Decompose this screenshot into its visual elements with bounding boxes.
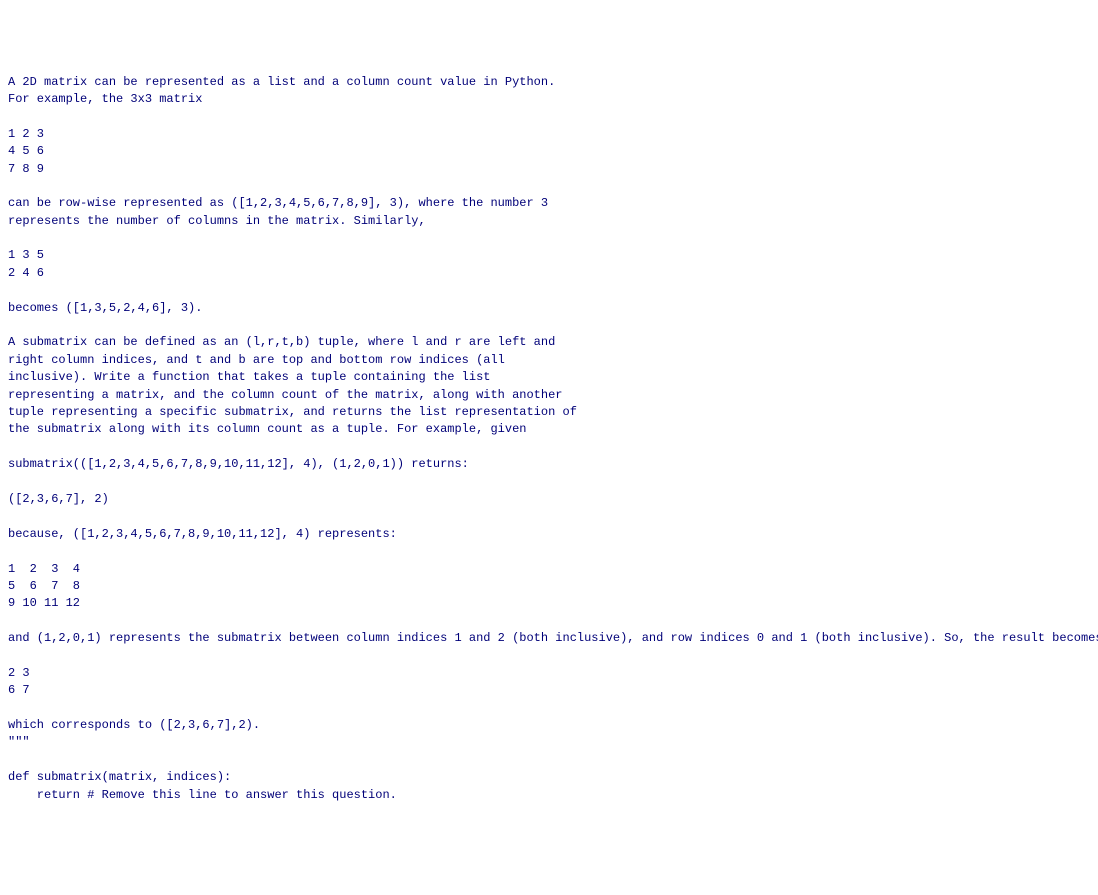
code-line: 1 2 3	[8, 127, 44, 141]
code-line: inclusive). Write a function that takes …	[8, 370, 490, 384]
code-line: 5 6 7 8	[8, 579, 80, 593]
code-line: becomes ([1,3,5,2,4,6], 3).	[8, 301, 202, 315]
code-line: 2 3	[8, 666, 30, 680]
code-line: 7 8 9	[8, 162, 44, 176]
code-line: 4 5 6	[8, 144, 44, 158]
code-line: def submatrix(matrix, indices):	[8, 770, 231, 784]
code-line: right column indices, and t and b are to…	[8, 353, 505, 367]
code-line: the submatrix along with its column coun…	[8, 422, 526, 436]
code-line: 9 10 11 12	[8, 596, 80, 610]
code-line: A 2D matrix can be represented as a list…	[8, 75, 555, 89]
code-line: ([2,3,6,7], 2)	[8, 492, 109, 506]
code-line: 6 7	[8, 683, 30, 697]
code-line: 1 2 3 4	[8, 562, 80, 576]
code-line: For example, the 3x3 matrix	[8, 92, 202, 106]
code-line: because, ([1,2,3,4,5,6,7,8,9,10,11,12], …	[8, 527, 397, 541]
code-line: submatrix(([1,2,3,4,5,6,7,8,9,10,11,12],…	[8, 457, 469, 471]
code-line: can be row-wise represented as ([1,2,3,4…	[8, 196, 548, 210]
code-line: represents the number of columns in the …	[8, 214, 426, 228]
code-line: representing a matrix, and the column co…	[8, 388, 563, 402]
code-line: which corresponds to ([2,3,6,7],2).	[8, 718, 260, 732]
code-line: and (1,2,0,1) represents the submatrix b…	[8, 631, 1098, 645]
code-line: return # Remove this line to answer this…	[8, 788, 397, 802]
code-line: """	[8, 735, 30, 749]
code-line: A submatrix can be defined as an (l,r,t,…	[8, 335, 555, 349]
code-line: 2 4 6	[8, 266, 44, 280]
code-content: A 2D matrix can be represented as a list…	[8, 74, 1090, 804]
code-line: tuple representing a specific submatrix,…	[8, 405, 577, 419]
code-line: 1 3 5	[8, 248, 44, 262]
